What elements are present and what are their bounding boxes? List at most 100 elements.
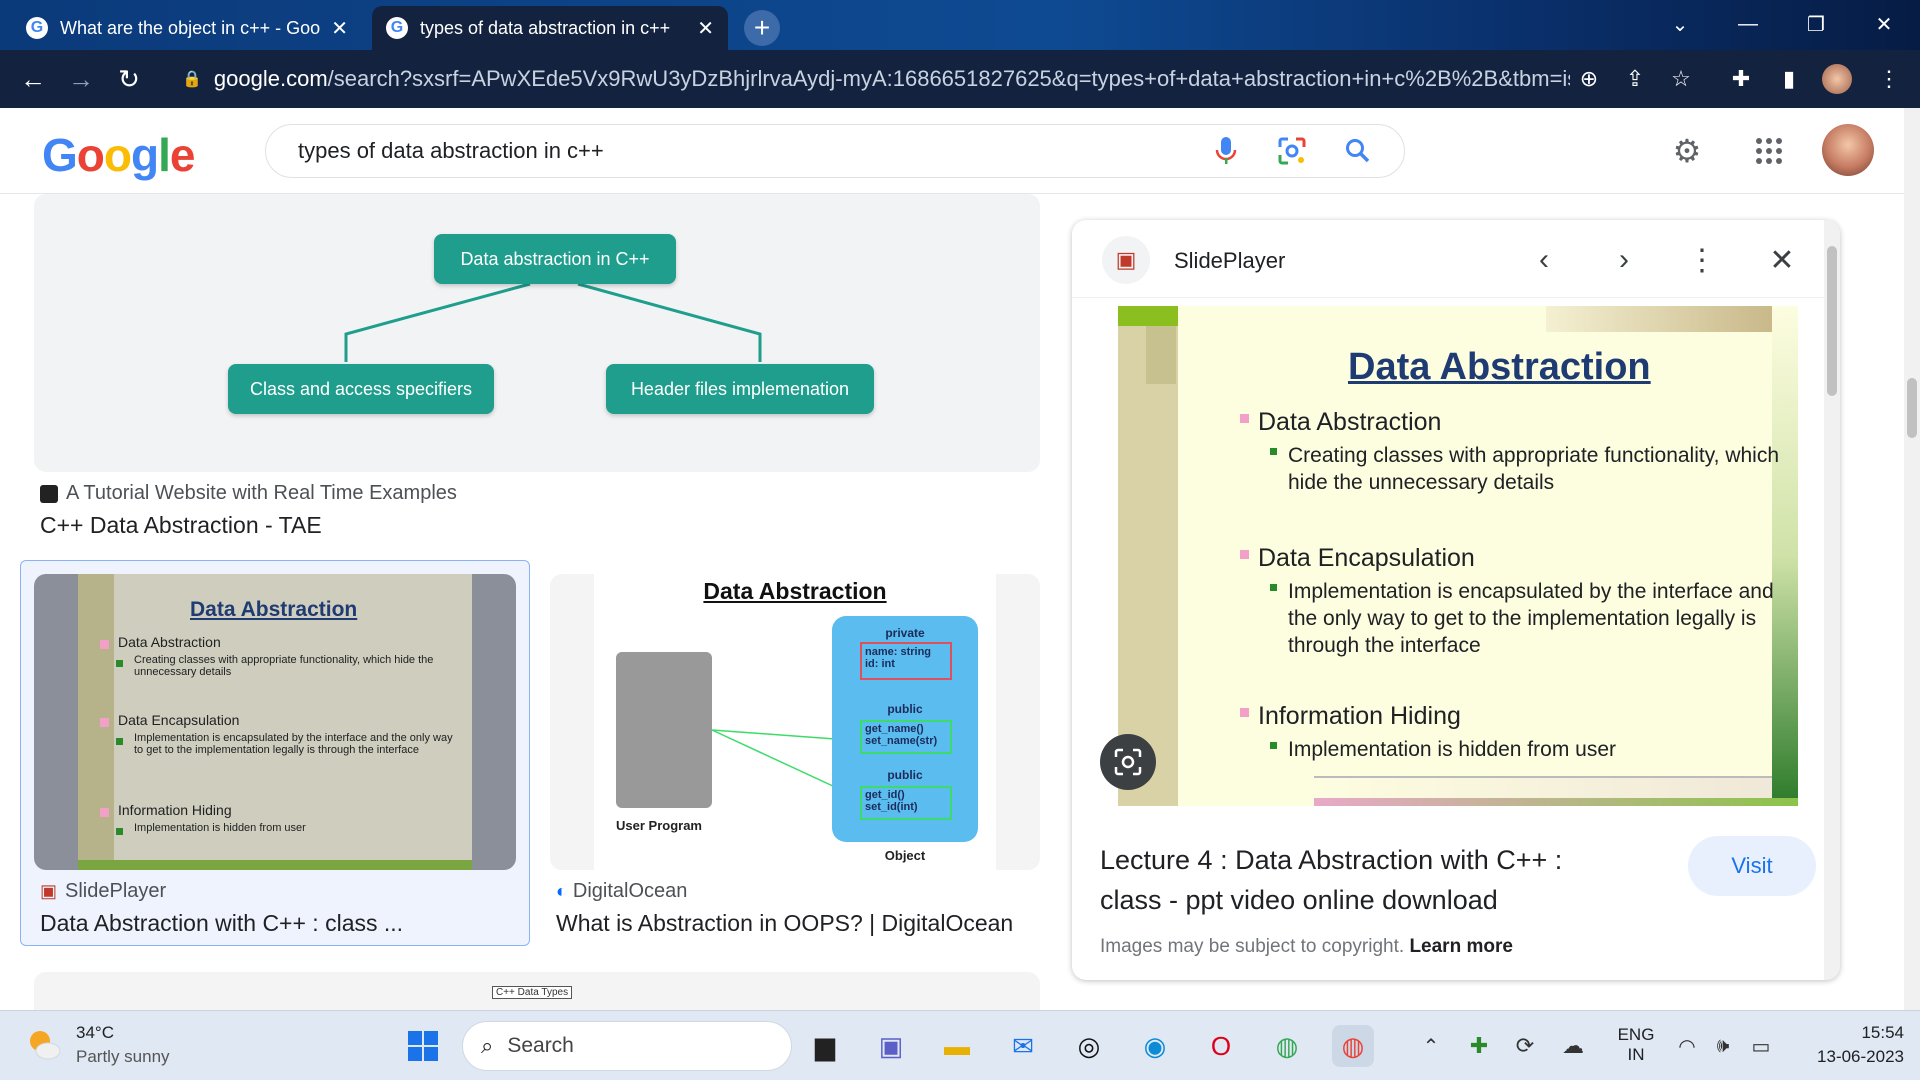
panel-title[interactable]: Lecture 4 : Data Abstraction with C++ : … bbox=[1100, 840, 1562, 920]
panel-scrollbar[interactable] bbox=[1824, 220, 1840, 980]
copyright-note: Images may be subject to copyright. Lear… bbox=[1100, 936, 1513, 958]
microphone-icon[interactable] bbox=[1206, 131, 1246, 171]
omnibox[interactable]: 🔒 google.com/search?sxsrf=APwXEde5Vx9RwU… bbox=[170, 56, 1570, 102]
taskbar-search-label: Search bbox=[507, 1034, 574, 1057]
result-title[interactable]: What is Abstraction in OOPS? | DigitalOc… bbox=[556, 910, 1013, 937]
do-image-canvas: Data Abstraction User Program private na… bbox=[594, 574, 996, 870]
search-box[interactable]: types of data abstraction in c++ bbox=[265, 124, 1405, 178]
tab-title: What are the object in c++ - Goo bbox=[60, 17, 321, 38]
result-image-next[interactable]: C++ Data Types bbox=[34, 972, 1040, 1010]
chevron-right-icon[interactable]: › bbox=[1602, 238, 1646, 282]
slide-bullet-2: Data Encapsulation bbox=[1240, 544, 1475, 572]
more-options-icon[interactable]: ⋮ bbox=[1680, 238, 1724, 282]
clock[interactable]: 15:54 13-06-2023 bbox=[1786, 1023, 1904, 1067]
close-icon[interactable]: ✕ bbox=[1760, 238, 1804, 282]
minimize-button[interactable]: — bbox=[1728, 6, 1768, 42]
page-scrollbar-thumb[interactable] bbox=[1907, 378, 1917, 438]
apps-grid-icon[interactable] bbox=[1746, 128, 1792, 174]
learn-more-link[interactable]: Learn more bbox=[1409, 936, 1512, 957]
camera-search-icon bbox=[1114, 748, 1142, 776]
lens-icon[interactable] bbox=[1272, 131, 1312, 171]
language-indicator[interactable]: ENG IN bbox=[1610, 1025, 1662, 1065]
chevron-up-icon[interactable]: ⌃ bbox=[1410, 1025, 1452, 1067]
copyright-text: Images may be subject to copyright. bbox=[1100, 936, 1405, 957]
sync-icon[interactable]: ⟳ bbox=[1504, 1025, 1546, 1067]
public-label: public bbox=[887, 768, 923, 782]
weather-icon[interactable] bbox=[26, 1027, 62, 1063]
tray-app-icon[interactable]: ✚ bbox=[1458, 1025, 1500, 1067]
slide-sub-2: Implementation is encapsulated by the in… bbox=[1270, 578, 1788, 659]
opera-icon[interactable]: O bbox=[1200, 1025, 1242, 1067]
dell-icon[interactable]: ◎ bbox=[1068, 1025, 1110, 1067]
lens-search-button[interactable] bbox=[1100, 734, 1156, 790]
preview-panel-header: ▣ SlidePlayer ‹ › ⋮ ✕ bbox=[1072, 220, 1840, 298]
result-title[interactable]: C++ Data Abstraction - TAE bbox=[40, 512, 322, 539]
chrome-profile-icon[interactable]: ◍ bbox=[1332, 1025, 1374, 1067]
menu-icon[interactable]: ⋮ bbox=[1872, 62, 1906, 96]
battery-icon[interactable]: ▭ bbox=[1740, 1025, 1782, 1067]
slideplayer-logo-icon: ▣ bbox=[1102, 236, 1150, 284]
result-image-tae[interactable]: Data abstraction in C++ Class and access… bbox=[34, 194, 1040, 472]
panel-title-line: Lecture 4 : Data Abstraction with C++ : bbox=[1100, 845, 1563, 875]
panel-title-line: class - ppt video online download bbox=[1100, 885, 1498, 915]
panel-source[interactable]: SlidePlayer bbox=[1174, 248, 1285, 274]
search-icon: ⌕ bbox=[481, 1033, 494, 1058]
preview-image[interactable]: Data Abstraction Data Abstraction Creati… bbox=[1118, 306, 1798, 806]
reload-button[interactable]: ↻ bbox=[112, 62, 146, 96]
slide-title: Data Abstraction bbox=[1348, 346, 1651, 388]
result-title[interactable]: Data Abstraction with C++ : class ... bbox=[40, 910, 403, 937]
mail-icon[interactable]: ✉ bbox=[1002, 1025, 1044, 1067]
account-avatar[interactable] bbox=[1822, 124, 1874, 176]
tae-favicon-icon bbox=[40, 484, 58, 503]
volume-icon[interactable]: 🕪 bbox=[1702, 1025, 1744, 1067]
result-image-digitalocean[interactable]: Data Abstraction User Program private na… bbox=[550, 574, 1040, 870]
result-image-slideplayer[interactable]: Data Abstraction Data Abstraction Creati… bbox=[34, 574, 516, 870]
weather-temp: 34°C bbox=[76, 1023, 114, 1042]
slide-bullet-3: Information Hiding bbox=[1240, 702, 1461, 730]
close-icon[interactable]: ✕ bbox=[697, 16, 714, 41]
settings-gear-icon[interactable]: ⚙ bbox=[1664, 128, 1710, 174]
extensions-icon[interactable]: ✚ bbox=[1724, 62, 1758, 96]
next-image-label: C++ Data Types bbox=[492, 986, 573, 999]
taskbar-search[interactable]: ⌕ Search bbox=[462, 1021, 792, 1071]
google-header: Google types of data abstraction in c++ … bbox=[0, 108, 1904, 194]
result-source[interactable]: ◐ DigitalOcean bbox=[556, 880, 687, 903]
result-source[interactable]: ▣ SlidePlayer bbox=[40, 880, 166, 903]
visit-button[interactable]: Visit bbox=[1688, 836, 1816, 896]
chevron-down-icon[interactable]: ⌄ bbox=[1660, 6, 1700, 42]
diagram-node-root: Data abstraction in C++ bbox=[434, 234, 676, 284]
new-tab-button[interactable]: + bbox=[744, 10, 780, 46]
slide-thumb-bullet: Data Abstraction bbox=[100, 634, 221, 650]
close-window-button[interactable]: ✕ bbox=[1864, 6, 1904, 42]
tab-title: types of data abstraction in c++ bbox=[420, 17, 671, 38]
tab-object-cpp[interactable]: G What are the object in c++ - Goo ✕ bbox=[12, 6, 362, 50]
edge-icon[interactable]: ◉ bbox=[1134, 1025, 1176, 1067]
zoom-icon[interactable]: ⊕ bbox=[1572, 62, 1606, 96]
teams-icon[interactable]: ▣ bbox=[870, 1025, 912, 1067]
close-icon[interactable]: ✕ bbox=[331, 16, 348, 41]
slide-thumb-sub: Creating classes with appropriate functi… bbox=[116, 654, 464, 678]
chevron-left-icon[interactable]: ‹ bbox=[1522, 238, 1566, 282]
forward-button[interactable]: → bbox=[64, 62, 98, 96]
windows-start-icon[interactable] bbox=[402, 1025, 444, 1067]
address-bar-row: ← → ↻ 🔒 google.com/search?sxsrf=APwXEde5… bbox=[0, 50, 1920, 108]
panel-scrollbar-thumb[interactable] bbox=[1827, 246, 1837, 396]
profile-avatar[interactable] bbox=[1820, 62, 1854, 96]
search-input[interactable]: types of data abstraction in c++ bbox=[298, 138, 1206, 164]
back-button[interactable]: ← bbox=[16, 62, 50, 96]
side-panel-icon[interactable]: ▮ bbox=[1772, 62, 1806, 96]
result-source[interactable]: A Tutorial Website with Real Time Exampl… bbox=[40, 482, 457, 505]
file-explorer-icon[interactable]: ▬ bbox=[936, 1025, 978, 1067]
google-logo[interactable]: Google bbox=[42, 128, 195, 182]
tab-data-abstraction[interactable]: G types of data abstraction in c++ ✕ bbox=[372, 6, 728, 50]
star-icon[interactable]: ☆ bbox=[1664, 62, 1698, 96]
share-icon[interactable]: ⇪ bbox=[1618, 62, 1652, 96]
task-view-icon[interactable]: ▆ bbox=[804, 1025, 846, 1067]
chrome-icon[interactable]: ◍ bbox=[1266, 1025, 1308, 1067]
cloud-offline-icon[interactable]: ☁ bbox=[1552, 1025, 1594, 1067]
page-scrollbar[interactable] bbox=[1904, 108, 1920, 1010]
restore-button[interactable]: ❐ bbox=[1796, 6, 1836, 42]
digitalocean-favicon-icon: ◐ bbox=[556, 881, 567, 901]
language-code: ENG bbox=[1617, 1025, 1655, 1044]
search-icon[interactable] bbox=[1338, 131, 1378, 171]
